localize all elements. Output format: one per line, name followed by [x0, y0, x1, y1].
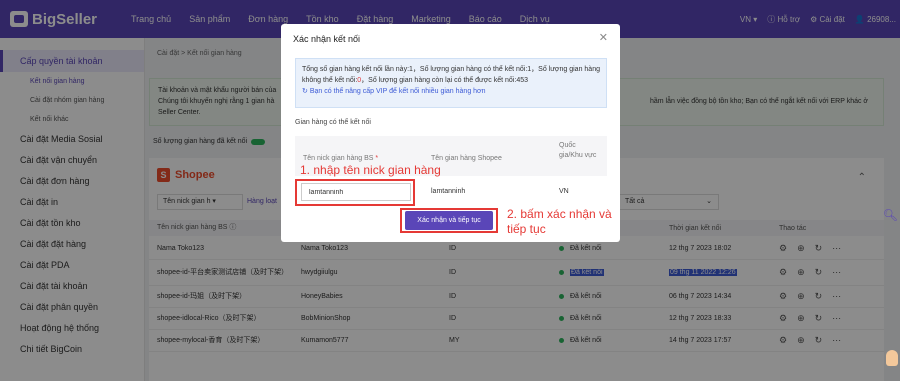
dialog-title: Xác nhận kết nối: [293, 34, 361, 44]
annotation-step1: 1. nhập tên nick gian hàng: [300, 163, 441, 177]
annotation-box-button: [400, 208, 498, 233]
connection-summary: Tổng số gian hàng kết nối lần này:1，Số l…: [295, 58, 607, 108]
upgrade-vip-link[interactable]: ↻ Bạn có thể nâng cấp VIP để kết nối nhi…: [302, 88, 486, 95]
search-icon[interactable]: 🔍︎: [883, 208, 898, 222]
refresh-icon: ↻: [302, 88, 308, 95]
annotation-box-input: [295, 179, 415, 206]
assistant-avatar-icon[interactable]: [886, 350, 898, 366]
close-icon[interactable]: ✕: [599, 31, 608, 44]
annotation-step2: 2. bấm xác nhận và tiếp tục: [507, 207, 612, 236]
section-subtitle: Gian hàng có thể kết nối: [295, 119, 371, 126]
